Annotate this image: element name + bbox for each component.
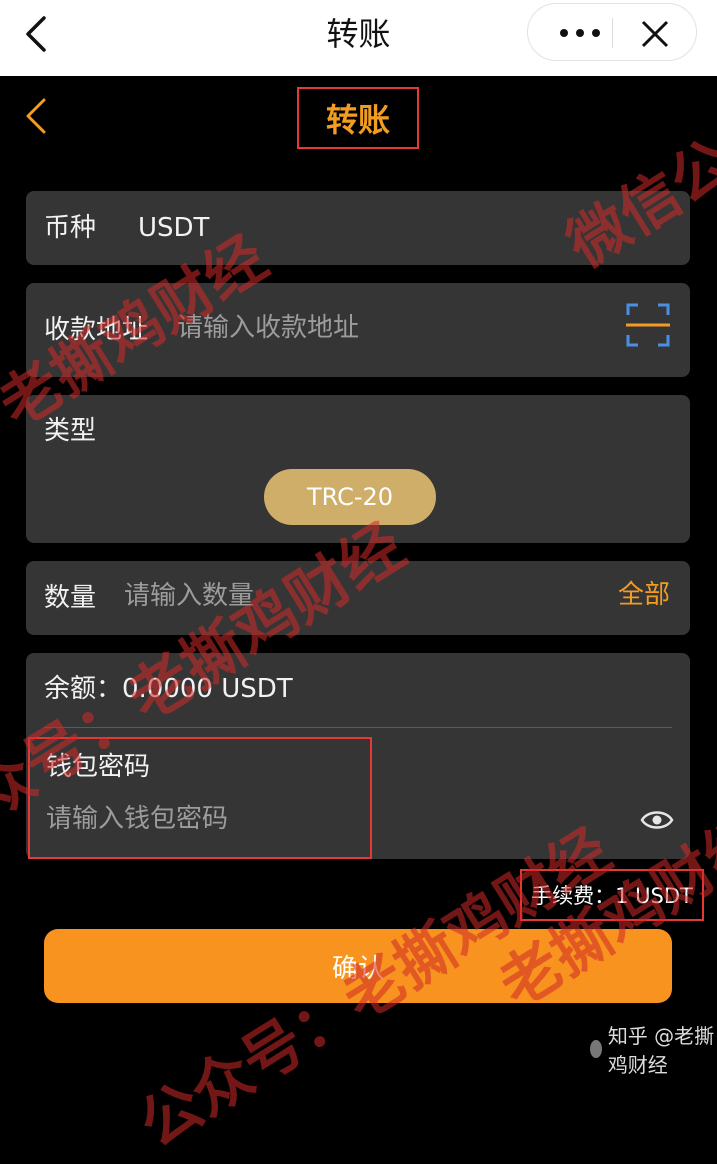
currency-label: 币种	[44, 213, 97, 243]
address-label: 收款地址	[44, 315, 149, 345]
amount-label: 数量	[44, 583, 97, 613]
all-amount-button[interactable]: 全部	[618, 579, 670, 611]
footer-watermark-text: 知乎 @老撕鸡财经	[607, 1024, 715, 1077]
password-highlight: 钱包密码 请输入钱包密码	[28, 737, 372, 859]
wechat-top-bar: 转账	[0, 0, 717, 76]
more-icon[interactable]	[550, 18, 610, 48]
password-input[interactable]: 请输入钱包密码	[46, 803, 228, 835]
footer-watermark: 知乎 @老撕鸡财经	[590, 1020, 717, 1078]
address-row: 收款地址 请输入收款地址	[26, 283, 690, 377]
fee-text: 手续费：1 USDT	[520, 869, 704, 921]
type-label: 类型	[44, 416, 97, 446]
divider	[44, 727, 672, 728]
password-label: 钱包密码	[46, 752, 151, 782]
balance-text: 余额：0.0000 USDT	[44, 674, 293, 704]
amount-row: 数量 请输入数量 全部	[26, 561, 690, 635]
balance-password-card: 余额：0.0000 USDT 钱包密码 请输入钱包密码	[26, 653, 690, 859]
wechat-logo-icon	[590, 1040, 602, 1058]
scan-icon[interactable]	[626, 303, 670, 347]
eye-icon[interactable]	[640, 803, 674, 837]
app-back-icon[interactable]	[22, 96, 52, 136]
wechat-capsule	[527, 3, 697, 61]
currency-row[interactable]: 币种 USDT	[26, 191, 690, 265]
close-icon[interactable]	[638, 17, 672, 51]
capsule-divider	[612, 18, 613, 48]
currency-value: USDT	[138, 213, 210, 243]
page-title: 转账	[297, 87, 419, 149]
amount-input[interactable]: 请输入数量	[124, 580, 254, 612]
address-input[interactable]: 请输入收款地址	[177, 312, 359, 344]
confirm-button[interactable]: 确认	[44, 929, 672, 1003]
type-row: 类型 TRC-20	[26, 395, 690, 543]
type-option-trc20[interactable]: TRC-20	[264, 469, 436, 525]
